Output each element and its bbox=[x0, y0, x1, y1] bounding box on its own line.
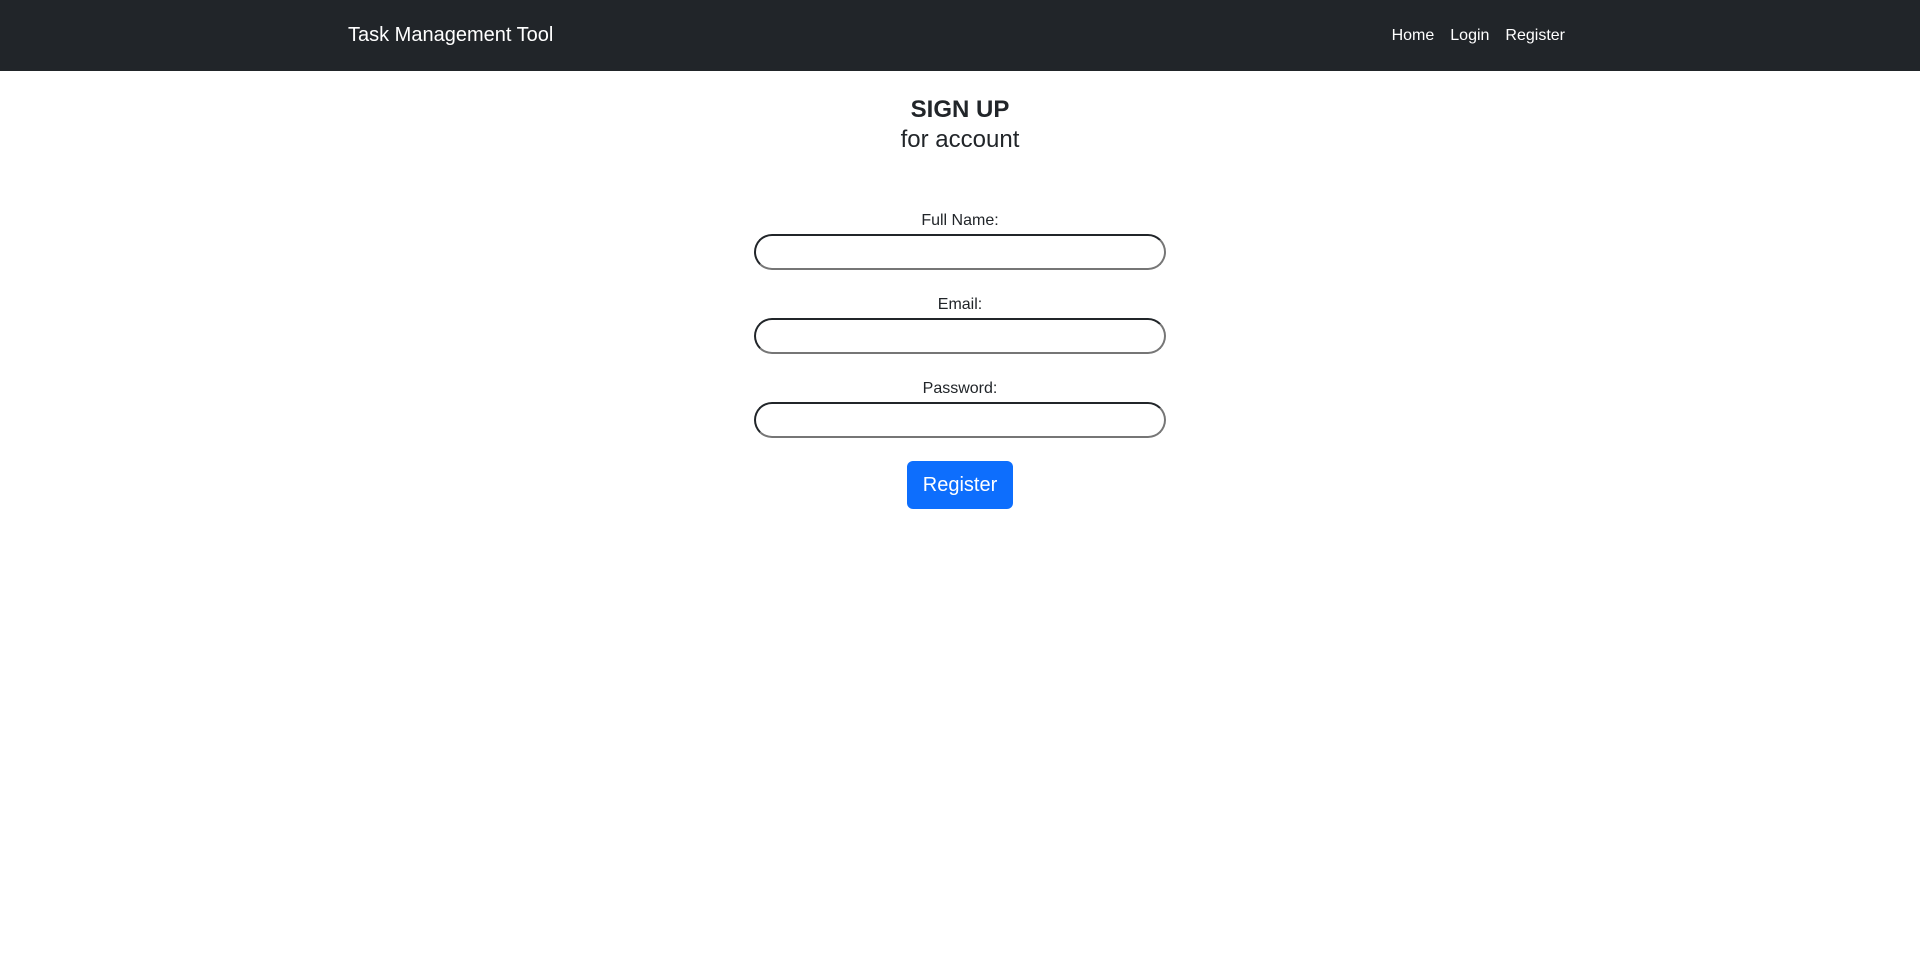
nav-link-login[interactable]: Login bbox=[1450, 27, 1489, 45]
full-name-input[interactable] bbox=[754, 234, 1166, 270]
password-input[interactable] bbox=[754, 402, 1166, 438]
page-heading: SIGN UP for account bbox=[0, 95, 1920, 155]
register-button[interactable]: Register bbox=[907, 461, 1013, 509]
full-name-label: Full Name: bbox=[921, 212, 999, 229]
navbar-brand[interactable]: Task Management Tool bbox=[348, 0, 553, 71]
nav-links: Home Login Register bbox=[1392, 0, 1565, 71]
nav-link-home[interactable]: Home bbox=[1392, 27, 1435, 45]
page-subtitle: for account bbox=[900, 126, 1020, 153]
signup-form: Full Name: Email: Password: bbox=[754, 212, 1166, 464]
page-title: SIGN UP bbox=[910, 96, 1010, 123]
email-label: Email: bbox=[937, 296, 983, 313]
top-navbar: Task Management Tool Home Login Register bbox=[0, 0, 1920, 71]
nav-link-register[interactable]: Register bbox=[1505, 27, 1565, 45]
email-input[interactable] bbox=[754, 318, 1166, 354]
password-label: Password: bbox=[922, 380, 998, 397]
